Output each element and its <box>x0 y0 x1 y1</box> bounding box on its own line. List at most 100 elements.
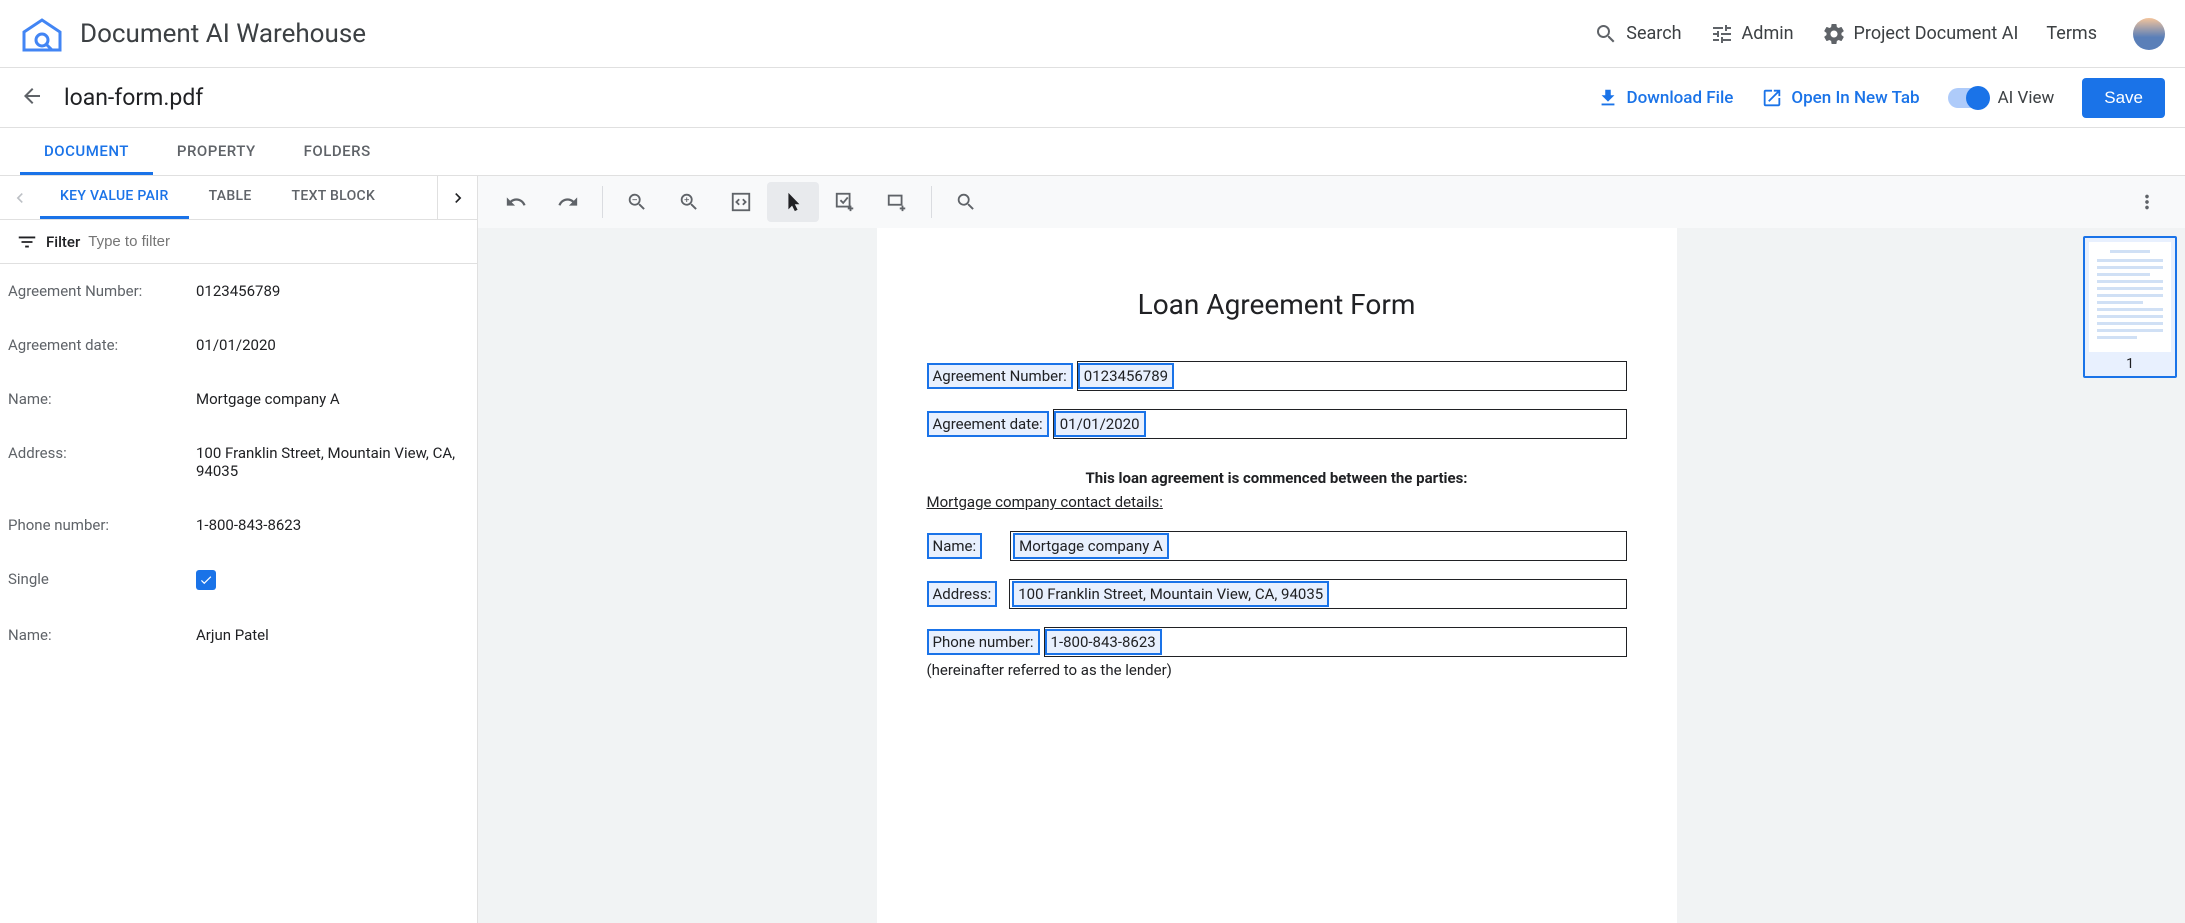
terms-link[interactable]: Terms <box>2046 23 2097 44</box>
arrow-back-icon <box>20 84 44 108</box>
field-value[interactable]: 1-800-843-8623 <box>1045 629 1162 655</box>
kv-value: 1-800-843-8623 <box>196 516 469 534</box>
zoom-in-button[interactable] <box>663 182 715 222</box>
kv-row[interactable]: Single <box>0 552 477 608</box>
field-label[interactable]: Agreement Number: <box>927 363 1073 389</box>
kv-value: 0123456789 <box>196 282 469 300</box>
field-label[interactable]: Agreement date: <box>927 411 1049 437</box>
chevron-left-icon <box>10 188 30 208</box>
rectangle-add-icon <box>886 191 908 213</box>
redo-button[interactable] <box>542 182 594 222</box>
field-phone: Phone number: 1-800-843-8623 <box>927 627 1627 657</box>
open-in-new-icon <box>1761 87 1783 109</box>
kv-value <box>196 570 469 590</box>
document-page: Loan Agreement Form Agreement Number: 01… <box>877 228 1677 923</box>
ai-view-label: AI View <box>1998 88 2055 108</box>
contact-text: Mortgage company contact details: <box>927 493 1627 511</box>
tab-text-block[interactable]: TEXT BLOCK <box>272 176 396 219</box>
save-button[interactable]: Save <box>2082 78 2165 118</box>
main-header: Document AI Warehouse Search Admin Proje… <box>0 0 2185 68</box>
kv-key: Agreement date: <box>8 336 196 354</box>
thumbnail-page-number: 1 <box>2089 356 2171 372</box>
field-label[interactable]: Name: <box>927 533 983 559</box>
key-value-list: Agreement Number:0123456789Agreement dat… <box>0 264 477 923</box>
kv-key: Address: <box>8 444 196 480</box>
tab-property[interactable]: PROPERTY <box>153 128 280 175</box>
back-button[interactable] <box>20 84 44 112</box>
kv-key: Phone number: <box>8 516 196 534</box>
project-action[interactable]: Project Document AI <box>1822 22 2019 46</box>
document-header: loan-form.pdf Download File Open In New … <box>0 68 2185 128</box>
avatar[interactable] <box>2133 18 2165 50</box>
pointer-button[interactable] <box>767 182 819 222</box>
parties-text: This loan agreement is commenced between… <box>927 469 1627 487</box>
zoom-out-icon <box>626 191 648 213</box>
zoom-out-button[interactable] <box>611 182 663 222</box>
document-title: loan-form.pdf <box>64 84 1597 111</box>
kv-row[interactable]: Name:Mortgage company A <box>0 372 477 426</box>
ai-view-toggle[interactable] <box>1948 88 1988 108</box>
gear-icon <box>1822 22 1846 46</box>
right-panel: Loan Agreement Form Agreement Number: 01… <box>478 176 2185 923</box>
field-agreement-number: Agreement Number: 0123456789 <box>927 361 1627 391</box>
checkbox-add-icon <box>834 191 856 213</box>
kv-row[interactable]: Agreement Number:0123456789 <box>0 264 477 318</box>
field-value[interactable]: 0123456789 <box>1078 363 1174 389</box>
undo-icon <box>505 191 527 213</box>
field-agreement-date: Agreement date: 01/01/2020 <box>927 409 1627 439</box>
document-viewer[interactable]: Loan Agreement Form Agreement Number: 01… <box>478 228 2075 923</box>
document-heading: Loan Agreement Form <box>927 288 1627 321</box>
tab-document[interactable]: DOCUMENT <box>20 128 153 175</box>
field-address: Address: 100 Franklin Street, Mountain V… <box>927 579 1627 609</box>
kv-key: Single <box>8 570 196 590</box>
filter-label: Filter <box>46 233 80 251</box>
redo-icon <box>557 191 579 213</box>
filter-list-icon <box>16 231 38 253</box>
page-thumbnail[interactable]: 1 <box>2083 236 2177 378</box>
lender-note: (hereinafter referred to as the lender) <box>927 661 1627 679</box>
open-new-tab-button[interactable]: Open In New Tab <box>1761 87 1919 109</box>
tab-key-value-pair[interactable]: KEY VALUE PAIR <box>40 176 189 219</box>
download-button[interactable]: Download File <box>1597 87 1734 109</box>
tab-next[interactable] <box>437 176 477 219</box>
viewer-toolbar <box>478 176 2185 228</box>
kv-value: 01/01/2020 <box>196 336 469 354</box>
tab-table[interactable]: TABLE <box>189 176 272 219</box>
admin-action[interactable]: Admin <box>1710 22 1794 46</box>
kv-key: Name: <box>8 626 196 644</box>
field-label[interactable]: Phone number: <box>927 629 1040 655</box>
chevron-right-icon <box>448 188 468 208</box>
field-value[interactable]: 01/01/2020 <box>1054 411 1146 437</box>
tab-prev[interactable] <box>0 188 40 208</box>
search-icon <box>1594 22 1618 46</box>
filter-bar: Filter <box>0 220 477 264</box>
thumbnail-strip: 1 <box>2075 228 2185 923</box>
rect-tool-button[interactable] <box>871 182 923 222</box>
more-vert-icon <box>2136 191 2158 213</box>
zoom-in-icon <box>678 191 700 213</box>
kv-row[interactable]: Phone number:1-800-843-8623 <box>0 498 477 552</box>
field-label[interactable]: Address: <box>927 581 998 607</box>
pointer-icon <box>782 191 804 213</box>
kv-key: Agreement Number: <box>8 282 196 300</box>
tune-icon <box>1710 22 1734 46</box>
search-action[interactable]: Search <box>1594 22 1681 46</box>
tab-folders[interactable]: FOLDERS <box>280 128 395 175</box>
checkbox-tool-button[interactable] <box>819 182 871 222</box>
download-icon <box>1597 87 1619 109</box>
kv-row[interactable]: Name:Arjun Patel <box>0 608 477 662</box>
undo-button[interactable] <box>490 182 542 222</box>
kv-row[interactable]: Agreement date:01/01/2020 <box>0 318 477 372</box>
filter-input[interactable] <box>88 233 461 250</box>
field-value[interactable]: Mortgage company A <box>1013 533 1169 559</box>
app-title: Document AI Warehouse <box>80 19 1594 49</box>
more-button[interactable] <box>2121 182 2173 222</box>
field-name: Name: Mortgage company A <box>927 531 1627 561</box>
kv-value: 100 Franklin Street, Mountain View, CA, … <box>196 444 469 480</box>
search-tool-button[interactable] <box>940 182 992 222</box>
search-icon <box>955 191 977 213</box>
field-value[interactable]: 100 Franklin Street, Mountain View, CA, … <box>1012 581 1329 607</box>
kv-row[interactable]: Address:100 Franklin Street, Mountain Vi… <box>0 426 477 498</box>
app-logo[interactable] <box>20 14 64 54</box>
code-button[interactable] <box>715 182 767 222</box>
